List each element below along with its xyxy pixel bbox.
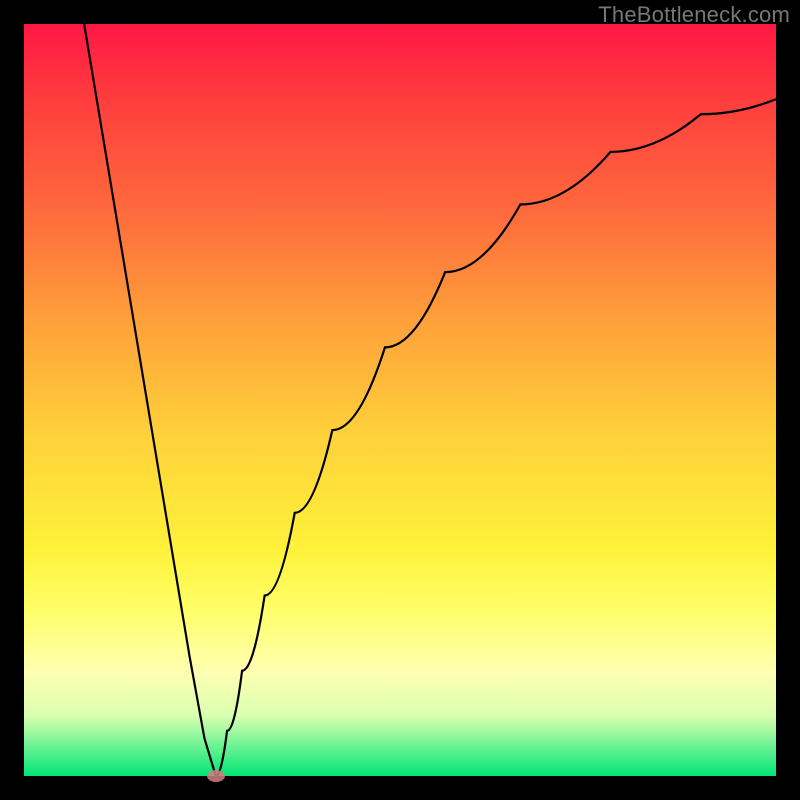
- bottleneck-curve: [24, 24, 776, 776]
- curve-path: [84, 24, 776, 776]
- minimum-marker-dot: [207, 770, 225, 782]
- chart-frame: TheBottleneck.com: [0, 0, 800, 800]
- watermark-text: TheBottleneck.com: [598, 2, 790, 28]
